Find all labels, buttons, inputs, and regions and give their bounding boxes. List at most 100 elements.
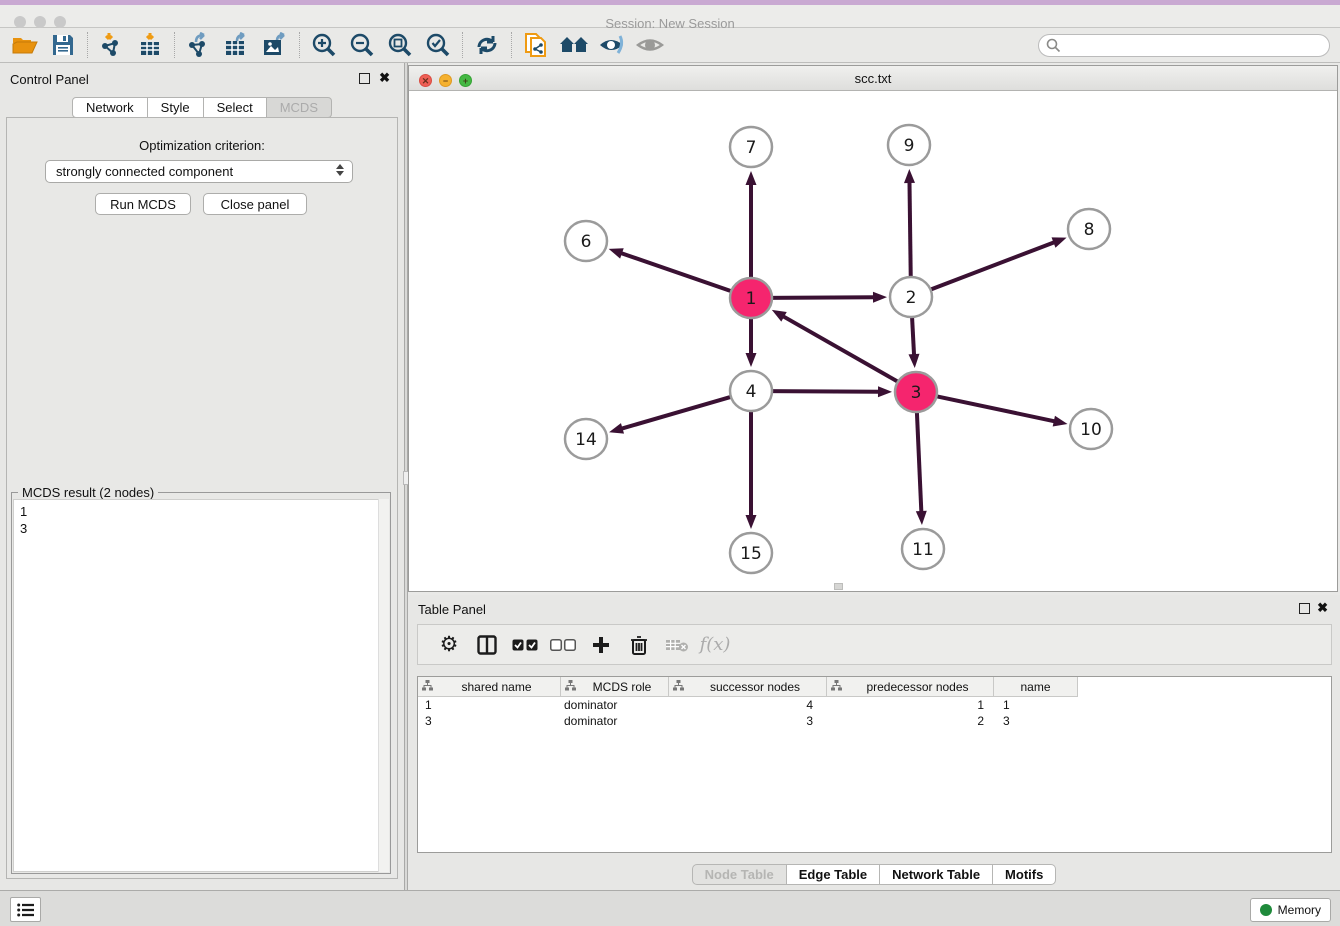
- criterion-select[interactable]: strongly connected component: [45, 160, 353, 183]
- close-panel-button[interactable]: Close panel: [203, 193, 307, 215]
- table-cell[interactable]: dominator: [561, 713, 669, 729]
- graph-edge[interactable]: [621, 396, 734, 429]
- table-cell[interactable]: 3: [669, 713, 827, 729]
- tab-node-table[interactable]: Node Table: [692, 864, 787, 885]
- eye-icon[interactable]: [631, 30, 669, 60]
- node-label: 4: [746, 382, 757, 402]
- eye-slash-icon[interactable]: [593, 30, 631, 60]
- import-network-icon[interactable]: [93, 30, 131, 60]
- delete-column-icon[interactable]: [620, 629, 658, 661]
- graph-edge[interactable]: [934, 396, 1056, 422]
- table-cell[interactable]: 3: [418, 713, 561, 729]
- delete-table-icon[interactable]: [658, 629, 696, 661]
- export-table-icon[interactable]: [218, 30, 256, 60]
- graph-edge[interactable]: [782, 316, 900, 383]
- add-column-icon[interactable]: [582, 629, 620, 661]
- deselect-all-icon[interactable]: [544, 629, 582, 661]
- graph-node-11[interactable]: 11: [902, 529, 944, 569]
- function-builder-icon[interactable]: f(x): [696, 629, 734, 661]
- graph-edge[interactable]: [909, 181, 910, 279]
- settings-gear-icon[interactable]: ⚙: [430, 629, 468, 661]
- table-row[interactable]: 3dominator323: [418, 713, 1331, 729]
- export-network-icon[interactable]: [180, 30, 218, 60]
- table-cell[interactable]: 3: [994, 713, 1078, 729]
- float-panel-icon[interactable]: [359, 73, 370, 84]
- graph-edge[interactable]: [769, 391, 880, 392]
- graph-node-2[interactable]: 2: [890, 277, 932, 317]
- col-name[interactable]: name: [994, 677, 1078, 697]
- close-table-panel-icon[interactable]: ✖: [1317, 602, 1328, 613]
- tab-network[interactable]: Network: [72, 97, 148, 118]
- table-row[interactable]: 1dominator411: [418, 697, 1331, 713]
- table-cell[interactable]: 1: [994, 697, 1078, 713]
- close-panel-icon[interactable]: ✖: [379, 72, 390, 83]
- select-all-icon[interactable]: [506, 629, 544, 661]
- graph-node-14[interactable]: 14: [565, 419, 607, 459]
- mcds-result-legend: MCDS result (2 nodes): [18, 485, 158, 500]
- tab-style[interactable]: Style: [148, 97, 204, 118]
- copy-network-icon[interactable]: [517, 30, 555, 60]
- col-shared-name[interactable]: shared name: [418, 677, 561, 697]
- table-cell[interactable]: 1: [418, 697, 561, 713]
- canvas-scrollbar-thumb[interactable]: [834, 583, 843, 590]
- float-table-panel-icon[interactable]: [1299, 603, 1310, 614]
- zoom-selected-icon[interactable]: [419, 30, 457, 60]
- save-icon[interactable]: [44, 30, 82, 60]
- graph-node-15[interactable]: 15: [730, 533, 772, 573]
- graph-node-6[interactable]: 6: [565, 221, 607, 261]
- zoom-fit-icon[interactable]: [381, 30, 419, 60]
- graph-node-9[interactable]: 9: [888, 125, 930, 165]
- search-field-wrap: [1038, 34, 1330, 57]
- node-table[interactable]: shared name MCDS role successor nodes pr…: [417, 676, 1332, 853]
- graph-edge[interactable]: [620, 253, 734, 292]
- graph-edge[interactable]: [928, 242, 1056, 291]
- table-cell[interactable]: 4: [669, 697, 827, 713]
- table-cell[interactable]: dominator: [561, 697, 669, 713]
- column-type-icon: [565, 680, 576, 694]
- export-image-icon[interactable]: [256, 30, 294, 60]
- zoom-in-icon[interactable]: [305, 30, 343, 60]
- run-mcds-button[interactable]: Run MCDS: [95, 193, 191, 215]
- mcds-result-text[interactable]: 1 3: [13, 499, 389, 872]
- table-cell[interactable]: 1: [827, 697, 994, 713]
- refresh-layout-icon[interactable]: [468, 30, 506, 60]
- tab-network-table[interactable]: Network Table: [880, 864, 993, 885]
- tab-motifs[interactable]: Motifs: [993, 864, 1056, 885]
- node-label: 9: [904, 136, 915, 156]
- graph-node-8[interactable]: 8: [1068, 209, 1110, 249]
- network-view-title: scc.txt: [409, 71, 1337, 86]
- search-input[interactable]: [1038, 34, 1330, 57]
- graph-edge[interactable]: [769, 297, 875, 298]
- graph-node-7[interactable]: 7: [730, 127, 772, 167]
- graph-node-10[interactable]: 10: [1070, 409, 1112, 449]
- table-cell[interactable]: 2: [827, 713, 994, 729]
- app-titlebar: Session: New Session: [0, 5, 1340, 28]
- zoom-out-icon[interactable]: [343, 30, 381, 60]
- node-label: 7: [746, 138, 757, 158]
- col-mcds-role[interactable]: MCDS role: [561, 677, 669, 697]
- memory-button[interactable]: Memory: [1250, 898, 1331, 922]
- graph-edge[interactable]: [917, 410, 922, 513]
- col-predecessor-nodes[interactable]: predecessor nodes: [827, 677, 994, 697]
- control-panel-tabs: Network Style Select MCDS: [0, 97, 404, 118]
- split-panel-icon[interactable]: [468, 629, 506, 661]
- tab-edge-table[interactable]: Edge Table: [787, 864, 880, 885]
- home-neighbors-icon[interactable]: [555, 30, 593, 60]
- tab-mcds[interactable]: MCDS: [267, 97, 332, 118]
- search-icon: [1046, 38, 1061, 53]
- network-view-titlebar[interactable]: ✕−+ scc.txt: [409, 66, 1337, 91]
- graph-edge[interactable]: [912, 315, 914, 356]
- task-history-button[interactable]: [10, 897, 41, 922]
- import-table-icon[interactable]: [131, 30, 169, 60]
- mcds-result-scrollbar[interactable]: [378, 499, 389, 872]
- graph-node-4[interactable]: 4: [730, 371, 772, 411]
- open-folder-icon[interactable]: [6, 30, 44, 60]
- graph-node-1[interactable]: 1: [730, 278, 772, 318]
- graph-node-3[interactable]: 3: [895, 372, 937, 412]
- edge-arrowhead: [746, 171, 757, 185]
- column-type-icon: [673, 680, 684, 694]
- network-canvas[interactable]: 7 9 6 8 1 2 4 3 14 10 15 11: [409, 91, 1337, 591]
- col-successor-nodes[interactable]: successor nodes: [669, 677, 827, 697]
- tab-select[interactable]: Select: [204, 97, 267, 118]
- table-tabs: Node Table Edge Table Network Table Moti…: [408, 864, 1340, 885]
